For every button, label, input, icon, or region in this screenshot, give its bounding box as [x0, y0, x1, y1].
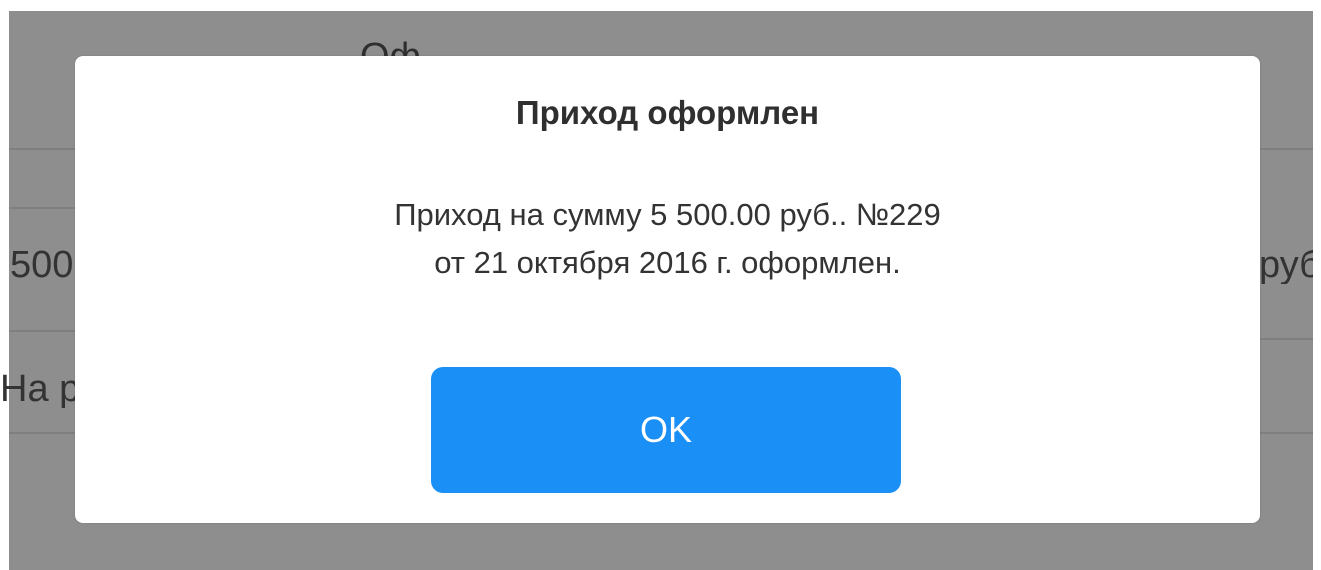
alert-dialog: Приход оформлен Приход на сумму 5 500.00… — [75, 56, 1260, 523]
background-divider — [1260, 338, 1313, 340]
background-right-edge — [1313, 0, 1321, 570]
dialog-title: Приход оформлен — [515, 94, 820, 131]
background-amount-text: 500 — [10, 246, 74, 284]
background-left-edge — [0, 0, 9, 570]
ok-button[interactable]: OK — [431, 367, 901, 493]
background-top-edge — [0, 0, 1321, 11]
dialog-message-line: Приход на сумму 5 500.00 руб.. №229 — [394, 197, 941, 232]
background-divider — [9, 330, 75, 332]
dialog-message-line: от 21 октября 2016 г. оформлен. — [434, 245, 901, 280]
dialog-message: Приход на сумму 5 500.00 руб.. №229 от 2… — [75, 191, 1260, 287]
background-row-label: На р — [0, 370, 76, 408]
background-divider — [9, 207, 75, 209]
background-currency-text: руб — [1259, 246, 1313, 284]
